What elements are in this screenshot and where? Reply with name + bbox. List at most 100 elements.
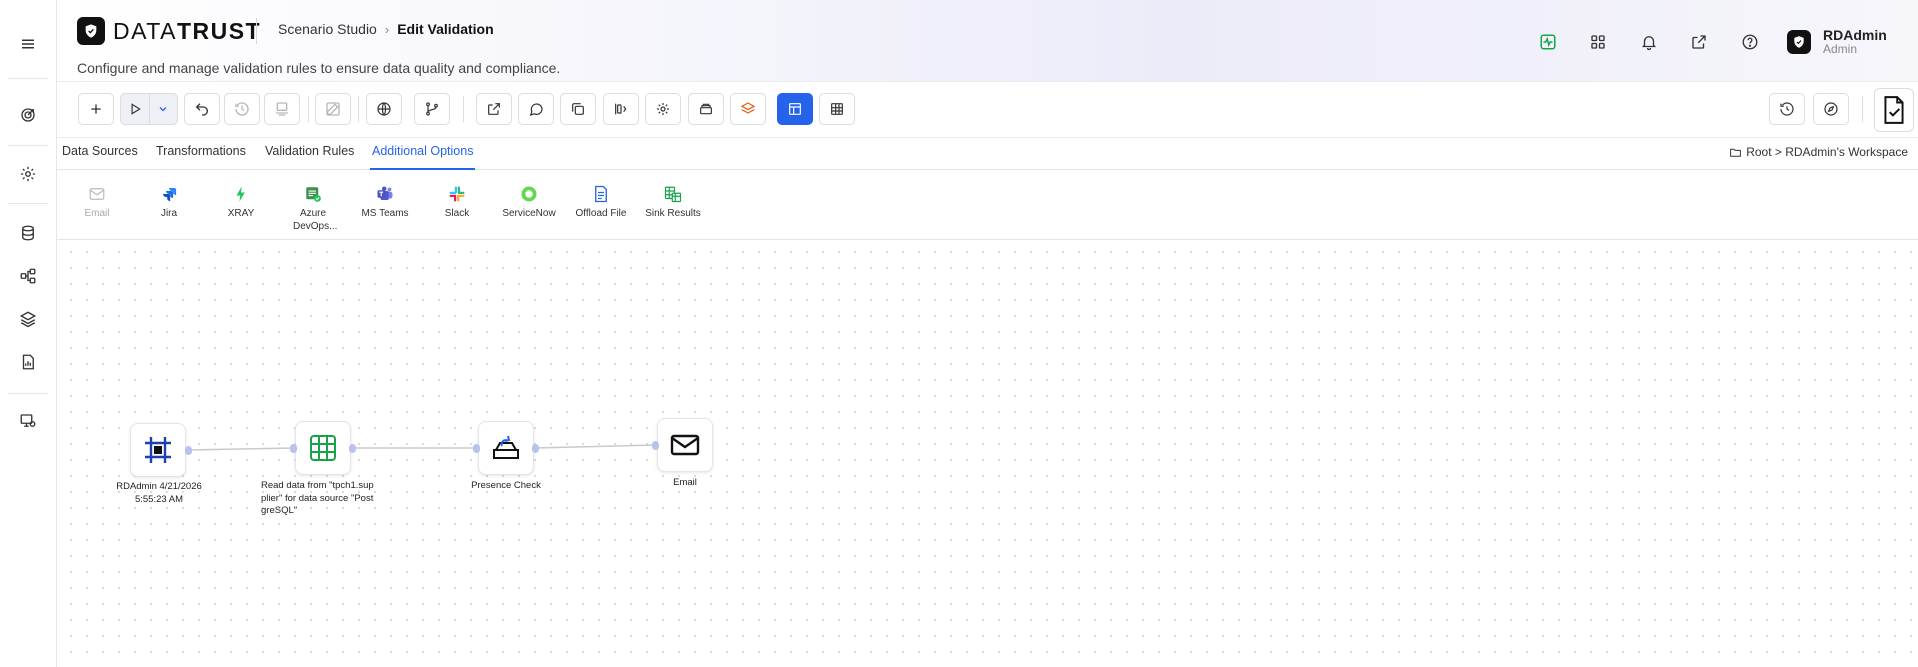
tab-bar: Data Sources Transformations Validation … (57, 138, 1918, 170)
undo-button[interactable] (184, 93, 220, 125)
input-port[interactable] (652, 441, 659, 450)
edit-button[interactable] (315, 93, 351, 125)
workflow-canvas[interactable]: RDAdmin 4/21/2026 5:55:23 AM Read data f… (57, 240, 1918, 667)
stamp-button[interactable] (264, 93, 300, 125)
avatar (1787, 30, 1811, 54)
export-button[interactable] (476, 93, 512, 125)
align-button[interactable] (603, 93, 639, 125)
options-palette: Email Jira XRAY Azure DevOps... MS Teams… (57, 170, 1918, 240)
play-icon[interactable] (121, 94, 149, 124)
workspace-path-label: Root > RDAdmin's Workspace (1746, 145, 1908, 159)
validation-report-button[interactable] (1874, 88, 1914, 132)
node-label: Presence Check (471, 480, 541, 491)
palette-item-jira[interactable]: Jira (134, 184, 204, 220)
compass-button[interactable] (1813, 93, 1849, 125)
breadcrumb-parent[interactable]: Scenario Studio (278, 21, 377, 37)
palette-item-servicenow[interactable]: ServiceNow (494, 184, 564, 220)
gear-icon[interactable] (14, 160, 42, 188)
palette-item-offload-file[interactable]: Offload File (566, 184, 636, 220)
left-sidebar (0, 0, 57, 667)
output-port[interactable] (185, 446, 192, 455)
database-icon[interactable] (14, 219, 42, 247)
edge-check-to-email (534, 444, 658, 449)
servicenow-icon (494, 184, 564, 204)
menu-icon[interactable] (14, 30, 42, 58)
input-port[interactable] (290, 444, 297, 453)
palette-item-slack[interactable]: Slack (422, 184, 492, 220)
table-icon (310, 435, 336, 461)
tab-additional-options[interactable]: Additional Options (370, 138, 476, 170)
breadcrumb: Scenario Studio › Edit Validation (278, 21, 494, 37)
output-port[interactable] (532, 444, 539, 453)
grid-icon[interactable] (1586, 30, 1610, 54)
jira-icon (134, 184, 204, 204)
activity-icon[interactable] (1536, 30, 1560, 54)
palette-item-azure-devops[interactable]: Azure DevOps... (278, 184, 348, 233)
toolbar-divider (463, 96, 464, 122)
layout-view-button[interactable] (777, 93, 813, 125)
tab-transformations[interactable]: Transformations (156, 138, 246, 170)
settings-button[interactable] (645, 93, 681, 125)
node-read-data[interactable] (295, 421, 351, 475)
xray-icon (206, 184, 276, 204)
run-split-button (120, 93, 178, 125)
monitor-settings-icon[interactable] (14, 407, 42, 435)
external-link-icon[interactable] (1687, 30, 1711, 54)
palette-item-label: MS Teams (361, 208, 409, 219)
tab-data-sources[interactable]: Data Sources (62, 138, 138, 170)
shield-icon (77, 17, 105, 45)
toolbar-divider (1862, 96, 1863, 122)
page-subtitle: Configure and manage validation rules to… (77, 60, 561, 76)
report-icon[interactable] (14, 348, 42, 376)
help-icon[interactable] (1738, 30, 1762, 54)
page-header: DATATRUST Scenario Studio › Edit Validat… (57, 0, 1918, 82)
brand-logo[interactable]: DATATRUST (77, 17, 261, 45)
palette-item-xray[interactable]: XRAY (206, 184, 276, 220)
sidebar-divider (8, 145, 48, 146)
azure-devops-icon (278, 184, 348, 204)
tab-validation-rules[interactable]: Validation Rules (265, 138, 354, 170)
workflow-icon[interactable] (14, 262, 42, 290)
output-port[interactable] (349, 444, 356, 453)
node-label: Email (673, 477, 697, 488)
palette-item-label: Azure DevOps... (293, 208, 338, 232)
bell-icon[interactable] (1637, 30, 1661, 54)
node-start[interactable] (130, 423, 186, 477)
email-icon (670, 434, 700, 456)
palette-item-ms-teams[interactable]: MS Teams (350, 184, 420, 220)
history-button[interactable] (224, 93, 260, 125)
palette-item-email[interactable]: Email (62, 184, 132, 220)
palette-item-label: Offload File (575, 208, 627, 219)
toolbar-divider (308, 96, 309, 122)
stack-button[interactable] (688, 93, 724, 125)
sink-results-icon (638, 184, 708, 204)
node-email[interactable] (657, 418, 713, 472)
layers-button[interactable] (730, 93, 766, 125)
branch-button[interactable] (414, 93, 450, 125)
canvas-toolbar (57, 82, 1918, 138)
copy-button[interactable] (560, 93, 596, 125)
comment-button[interactable] (518, 93, 554, 125)
table-view-button[interactable] (819, 93, 855, 125)
sidebar-divider (8, 203, 48, 204)
layers-icon[interactable] (14, 305, 42, 333)
palette-item-sink-results[interactable]: Sink Results (638, 184, 708, 220)
chevron-down-icon[interactable] (148, 94, 178, 124)
node-label: Read data from "tpch1.sup plier" for dat… (261, 480, 374, 516)
palette-item-label: XRAY (227, 208, 255, 219)
workspace-path[interactable]: Root > RDAdmin's Workspace (1729, 145, 1908, 159)
palette-item-label: Email (84, 208, 110, 219)
add-button[interactable] (78, 93, 114, 125)
palette-item-label: Sink Results (645, 208, 701, 219)
envelope-icon (62, 184, 132, 204)
brand-name: DATATRUST (113, 17, 262, 44)
restore-button[interactable] (1769, 93, 1805, 125)
ms-teams-icon (350, 184, 420, 204)
palette-item-label: Slack (444, 208, 470, 219)
target-icon[interactable] (14, 101, 42, 129)
input-port[interactable] (473, 444, 480, 453)
node-presence-check[interactable] (478, 421, 534, 475)
user-menu[interactable]: RDAdmin Admin (1787, 28, 1887, 56)
globe-button[interactable] (366, 93, 402, 125)
user-role: Admin (1823, 42, 1858, 56)
